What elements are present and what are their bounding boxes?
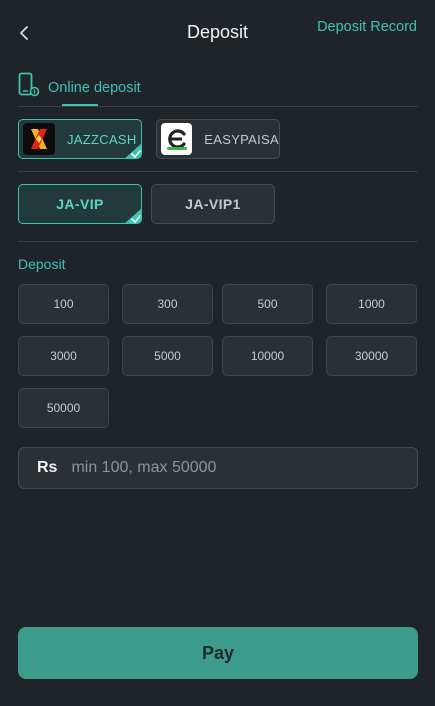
easypaisa-logo <box>161 123 193 155</box>
channel-ja-vip[interactable]: JA-VIP <box>18 184 142 224</box>
amount-option[interactable]: 500 <box>222 284 313 324</box>
amount-input-field: Rs <box>18 447 418 489</box>
divider <box>18 241 418 242</box>
deposit-record-link[interactable]: Deposit Record <box>317 19 417 35</box>
header: Deposit Deposit Record <box>0 0 435 66</box>
channel-label: JA-VIP <box>56 196 104 212</box>
amount-option[interactable]: 3000 <box>18 336 109 376</box>
amount-option[interactable]: 10000 <box>222 336 313 376</box>
checkmark-icon <box>125 143 141 158</box>
amount-option[interactable]: 5000 <box>122 336 213 376</box>
method-label: EASYPAISA <box>204 131 279 147</box>
deposit-tabs: Online deposit <box>18 70 418 106</box>
channel-ja-vip1[interactable]: JA-VIP1 <box>151 184 275 224</box>
amount-option[interactable]: 1000 <box>326 284 417 324</box>
amount-option[interactable]: 30000 <box>326 336 417 376</box>
back-button[interactable] <box>12 20 36 46</box>
amount-option[interactable]: 50000 <box>18 388 109 428</box>
mobile-phone-icon <box>18 72 40 97</box>
divider <box>18 106 418 107</box>
chevron-left-icon <box>20 26 28 40</box>
channel-label: JA-VIP1 <box>185 196 241 212</box>
amount-option[interactable]: 100 <box>18 284 109 324</box>
amount-option[interactable]: 300 <box>122 284 213 324</box>
tab-online-deposit[interactable]: Online deposit <box>48 80 141 96</box>
method-easypaisa[interactable]: EASYPAISA <box>156 119 280 159</box>
amount-input[interactable] <box>71 449 417 487</box>
deposit-section-label: Deposit <box>18 256 66 272</box>
jazzcash-logo <box>23 123 55 155</box>
method-jazzcash[interactable]: JAZZCASH <box>18 119 142 159</box>
checkmark-icon <box>125 208 141 223</box>
currency-label: Rs <box>37 459 58 476</box>
pay-button[interactable]: Pay <box>18 627 418 679</box>
divider <box>18 171 418 172</box>
